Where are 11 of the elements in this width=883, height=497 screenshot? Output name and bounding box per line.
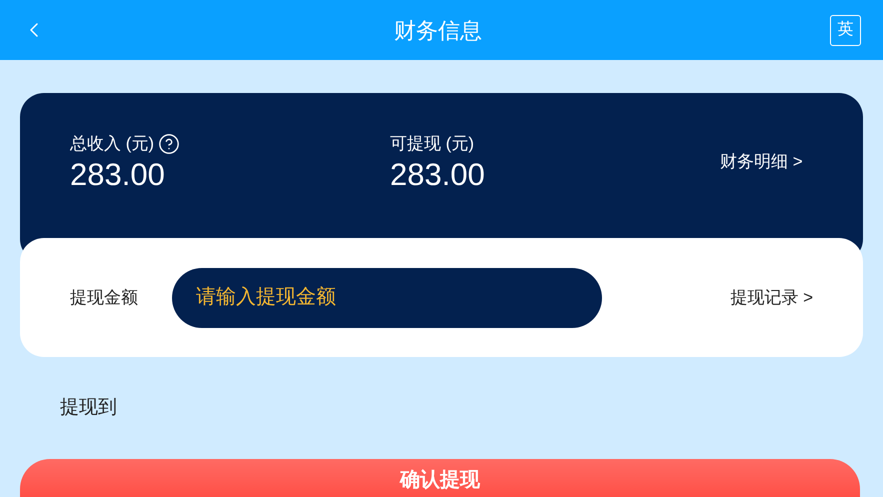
withdraw-to-label: 提现到 xyxy=(60,397,117,418)
withdrawable-value: 283.00 xyxy=(390,157,486,193)
amount-field[interactable]: 请输入提现金额 xyxy=(172,268,602,328)
help-icon[interactable] xyxy=(158,132,180,155)
finance-details-link[interactable]: 财务明细 > xyxy=(720,149,803,174)
income-value: 283.00 xyxy=(70,156,166,192)
withdrawable-label: 可提现 (元) xyxy=(390,133,476,155)
amount-label: 提现金额 xyxy=(70,286,139,309)
income-label: 总收入 (元) xyxy=(70,133,154,155)
page-title: 财务信息 xyxy=(394,16,482,44)
withdraw-records-link[interactable]: 提现记录 > xyxy=(730,284,813,310)
